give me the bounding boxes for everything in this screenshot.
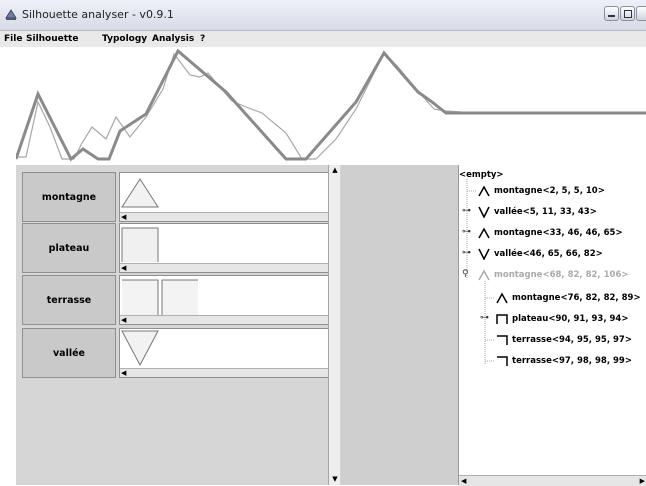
- montagne-shape: [121, 178, 159, 208]
- tree-root-label: <empty>: [459, 170, 504, 180]
- tree-node-label: montagne<33, 46, 46, 65>: [494, 228, 623, 238]
- vallee-shape: [121, 330, 159, 367]
- scroll-right-icon[interactable]: ▶: [640, 477, 645, 485]
- collapse-toggle-icon[interactable]: ⚲: [462, 269, 469, 279]
- menu-silhouette[interactable]: Silhouette: [26, 34, 78, 44]
- maximize-button[interactable]: [620, 6, 635, 21]
- expand-toggle-icon[interactable]: ⊶: [462, 248, 471, 258]
- tree-node-label: montagne<68, 82, 82, 106>: [494, 270, 629, 280]
- tree-node[interactable]: montagne<33, 46, 46, 65>: [477, 227, 623, 239]
- montagne-icon: [478, 227, 490, 239]
- montagne-icon: [478, 185, 490, 197]
- pattern-label-text: vallée: [52, 347, 85, 359]
- menu-analysis[interactable]: Analysis: [152, 34, 194, 44]
- plateau-icon: [496, 314, 508, 324]
- tree-node-label: terrasse<97, 98, 98, 99>: [512, 356, 632, 366]
- horizontal-scrollbar[interactable]: ◀: [120, 263, 337, 272]
- scroll-left-icon[interactable]: ◀: [121, 265, 129, 272]
- vallee-icon: [478, 248, 490, 260]
- tree-node[interactable]: terrasse<97, 98, 98, 99>: [495, 355, 632, 367]
- pattern-view-terrasse[interactable]: ◀: [119, 275, 338, 325]
- analysed-silhouette-line: [16, 48, 646, 162]
- tree-node[interactable]: vallée<5, 11, 33, 43>: [477, 206, 597, 218]
- scroll-up-icon[interactable]: ▲: [330, 165, 340, 175]
- silhouette-line: [16, 51, 646, 160]
- window-title: Silhouette analyser - v0.9.1: [22, 8, 174, 21]
- analysis-tree[interactable]: <empty> montagne<2, 5, 5, 10> ⊶ vallée<5…: [458, 165, 646, 486]
- pattern-view-vallee[interactable]: ◀: [119, 328, 338, 378]
- tree-node-label: montagne<76, 82, 82, 89>: [512, 293, 641, 303]
- silhouette-canvas[interactable]: [16, 47, 646, 165]
- close-button[interactable]: [636, 6, 646, 21]
- tree-node-label: vallée<5, 11, 33, 43>: [494, 207, 597, 217]
- montagne-icon: [478, 269, 490, 281]
- tree-node-label: plateau<90, 91, 93, 94>: [512, 314, 629, 324]
- expand-toggle-icon[interactable]: ⊶: [462, 227, 471, 237]
- vallee-icon: [478, 206, 490, 218]
- menu-help[interactable]: ?: [200, 34, 205, 44]
- pattern-label-montagne[interactable]: montagne: [22, 172, 116, 222]
- menu-bar: File Silhouette Typology Analysis ?: [0, 31, 646, 47]
- title-bar: Silhouette analyser - v0.9.1: [0, 0, 646, 31]
- pattern-panel: montagne ◀ plateau ◀ terrasse ◀ vallée ◀…: [16, 165, 341, 485]
- tree-node[interactable]: montagne<76, 82, 82, 89>: [495, 292, 641, 304]
- tree-node-label: montagne<2, 5, 5, 10>: [494, 186, 605, 196]
- pattern-label-text: montagne: [41, 191, 97, 203]
- terrasse-icon: [497, 356, 508, 366]
- tree-root[interactable]: <empty>: [459, 170, 504, 180]
- tree-node-selected[interactable]: montagne<68, 82, 82, 106>: [477, 269, 629, 281]
- scroll-left-icon[interactable]: ◀: [461, 477, 466, 485]
- tree-node-label: terrasse<94, 95, 95, 97>: [512, 335, 632, 345]
- separator-panel: [341, 165, 458, 485]
- horizontal-scrollbar[interactable]: ◀: [120, 315, 337, 324]
- app-icon: [5, 9, 17, 20]
- terrasse-icon: [497, 335, 508, 345]
- montagne-icon: [496, 292, 508, 304]
- pattern-view-montagne[interactable]: ◀: [119, 172, 338, 222]
- scroll-down-icon[interactable]: ▼: [330, 474, 340, 484]
- pattern-label-terrasse[interactable]: terrasse: [22, 275, 116, 325]
- tree-node[interactable]: plateau<90, 91, 93, 94>: [495, 313, 628, 325]
- tree-horizontal-scrollbar[interactable]: ◀ ▶: [459, 475, 646, 486]
- pattern-view-plateau[interactable]: ◀: [119, 223, 338, 273]
- horizontal-scrollbar[interactable]: ◀: [120, 212, 337, 221]
- menu-file[interactable]: File: [4, 34, 22, 44]
- pattern-label-text: plateau: [48, 242, 90, 254]
- tree-node[interactable]: terrasse<94, 95, 95, 97>: [495, 334, 632, 346]
- menu-typology[interactable]: Typology: [102, 34, 147, 44]
- expand-toggle-icon[interactable]: ⊶: [462, 206, 471, 216]
- pattern-label-plateau[interactable]: plateau: [22, 223, 116, 273]
- horizontal-scrollbar[interactable]: ◀: [120, 368, 337, 377]
- scroll-left-icon[interactable]: ◀: [121, 370, 129, 377]
- plateau-shape: [121, 227, 159, 262]
- vertical-scrollbar[interactable]: ▲ ▼: [328, 165, 340, 485]
- minimize-button[interactable]: [604, 6, 619, 21]
- tree-node[interactable]: vallée<46, 65, 66, 82>: [477, 248, 603, 260]
- scroll-left-icon[interactable]: ◀: [121, 214, 129, 221]
- pattern-label-text: terrasse: [46, 294, 92, 306]
- tree-node-label: vallée<46, 65, 66, 82>: [494, 249, 603, 259]
- tree-node[interactable]: montagne<2, 5, 5, 10>: [477, 185, 605, 197]
- pattern-label-vallee[interactable]: vallée: [22, 328, 116, 378]
- scroll-left-icon[interactable]: ◀: [121, 317, 129, 324]
- expand-toggle-icon[interactable]: ⊶: [480, 313, 489, 323]
